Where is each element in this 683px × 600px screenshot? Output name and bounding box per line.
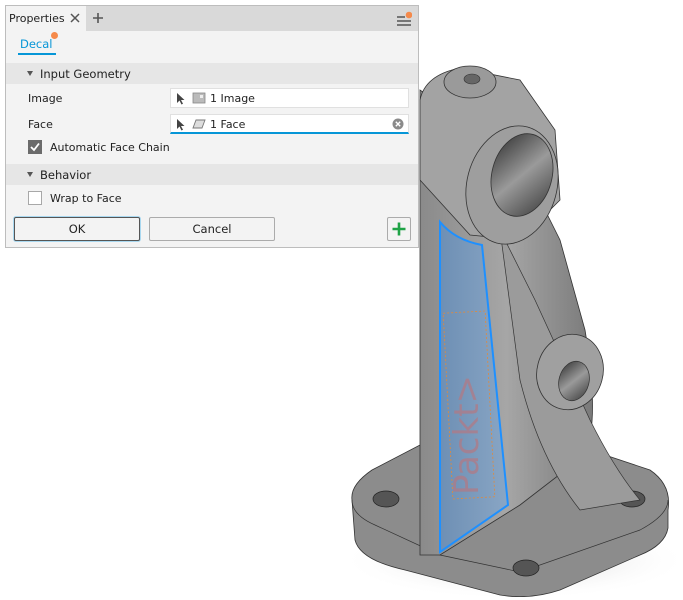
collapse-arrow-icon <box>27 71 33 76</box>
face-label: Face <box>28 118 53 131</box>
tab-decal[interactable]: Decal <box>20 37 53 51</box>
green-plus-icon <box>392 222 406 236</box>
auto-face-chain-checkbox[interactable] <box>28 140 42 154</box>
image-label: Image <box>28 92 63 105</box>
hamburger-menu-icon[interactable] <box>396 11 412 27</box>
section-title: Input Geometry <box>40 66 131 81</box>
checkmark-icon <box>30 142 40 152</box>
tapped-hole <box>463 73 481 85</box>
tab-properties-label: Properties <box>9 12 65 25</box>
apply-add-button[interactable] <box>387 217 411 241</box>
mount-hole <box>372 490 400 508</box>
tab-decal-indicator <box>18 53 56 55</box>
select-cursor-icon <box>177 119 185 131</box>
image-icon <box>192 92 206 104</box>
image-value: 1 Image <box>210 92 255 105</box>
collapse-arrow-icon <box>27 172 33 177</box>
wrap-to-face-checkbox[interactable] <box>28 191 42 205</box>
face-icon <box>192 119 206 129</box>
decal-text: Packt> <box>447 375 487 495</box>
panel-tab-bar: Properties <box>6 6 418 31</box>
image-selector[interactable]: 1 Image <box>170 88 409 108</box>
face-value: 1 Face <box>210 118 246 131</box>
mount-hole <box>512 559 540 577</box>
select-cursor-icon <box>177 93 185 105</box>
face-selector[interactable]: 1 Face <box>170 114 409 134</box>
notification-dot <box>405 11 412 19</box>
section-input-geometry[interactable]: Input Geometry <box>6 63 418 84</box>
notification-dot <box>51 32 58 39</box>
clear-selection-icon[interactable] <box>392 118 404 130</box>
cancel-button[interactable]: Cancel <box>149 217 275 241</box>
close-icon[interactable] <box>68 11 82 25</box>
ok-button[interactable]: OK <box>14 217 140 241</box>
section-title: Behavior <box>40 167 92 182</box>
properties-panel: Properties Decal Input Geometry Image 1 … <box>5 5 419 248</box>
plus-icon[interactable] <box>91 11 105 25</box>
auto-face-chain-label: Automatic Face Chain <box>50 141 170 154</box>
wrap-to-face-label: Wrap to Face <box>50 192 122 205</box>
section-behavior[interactable]: Behavior <box>6 164 418 185</box>
